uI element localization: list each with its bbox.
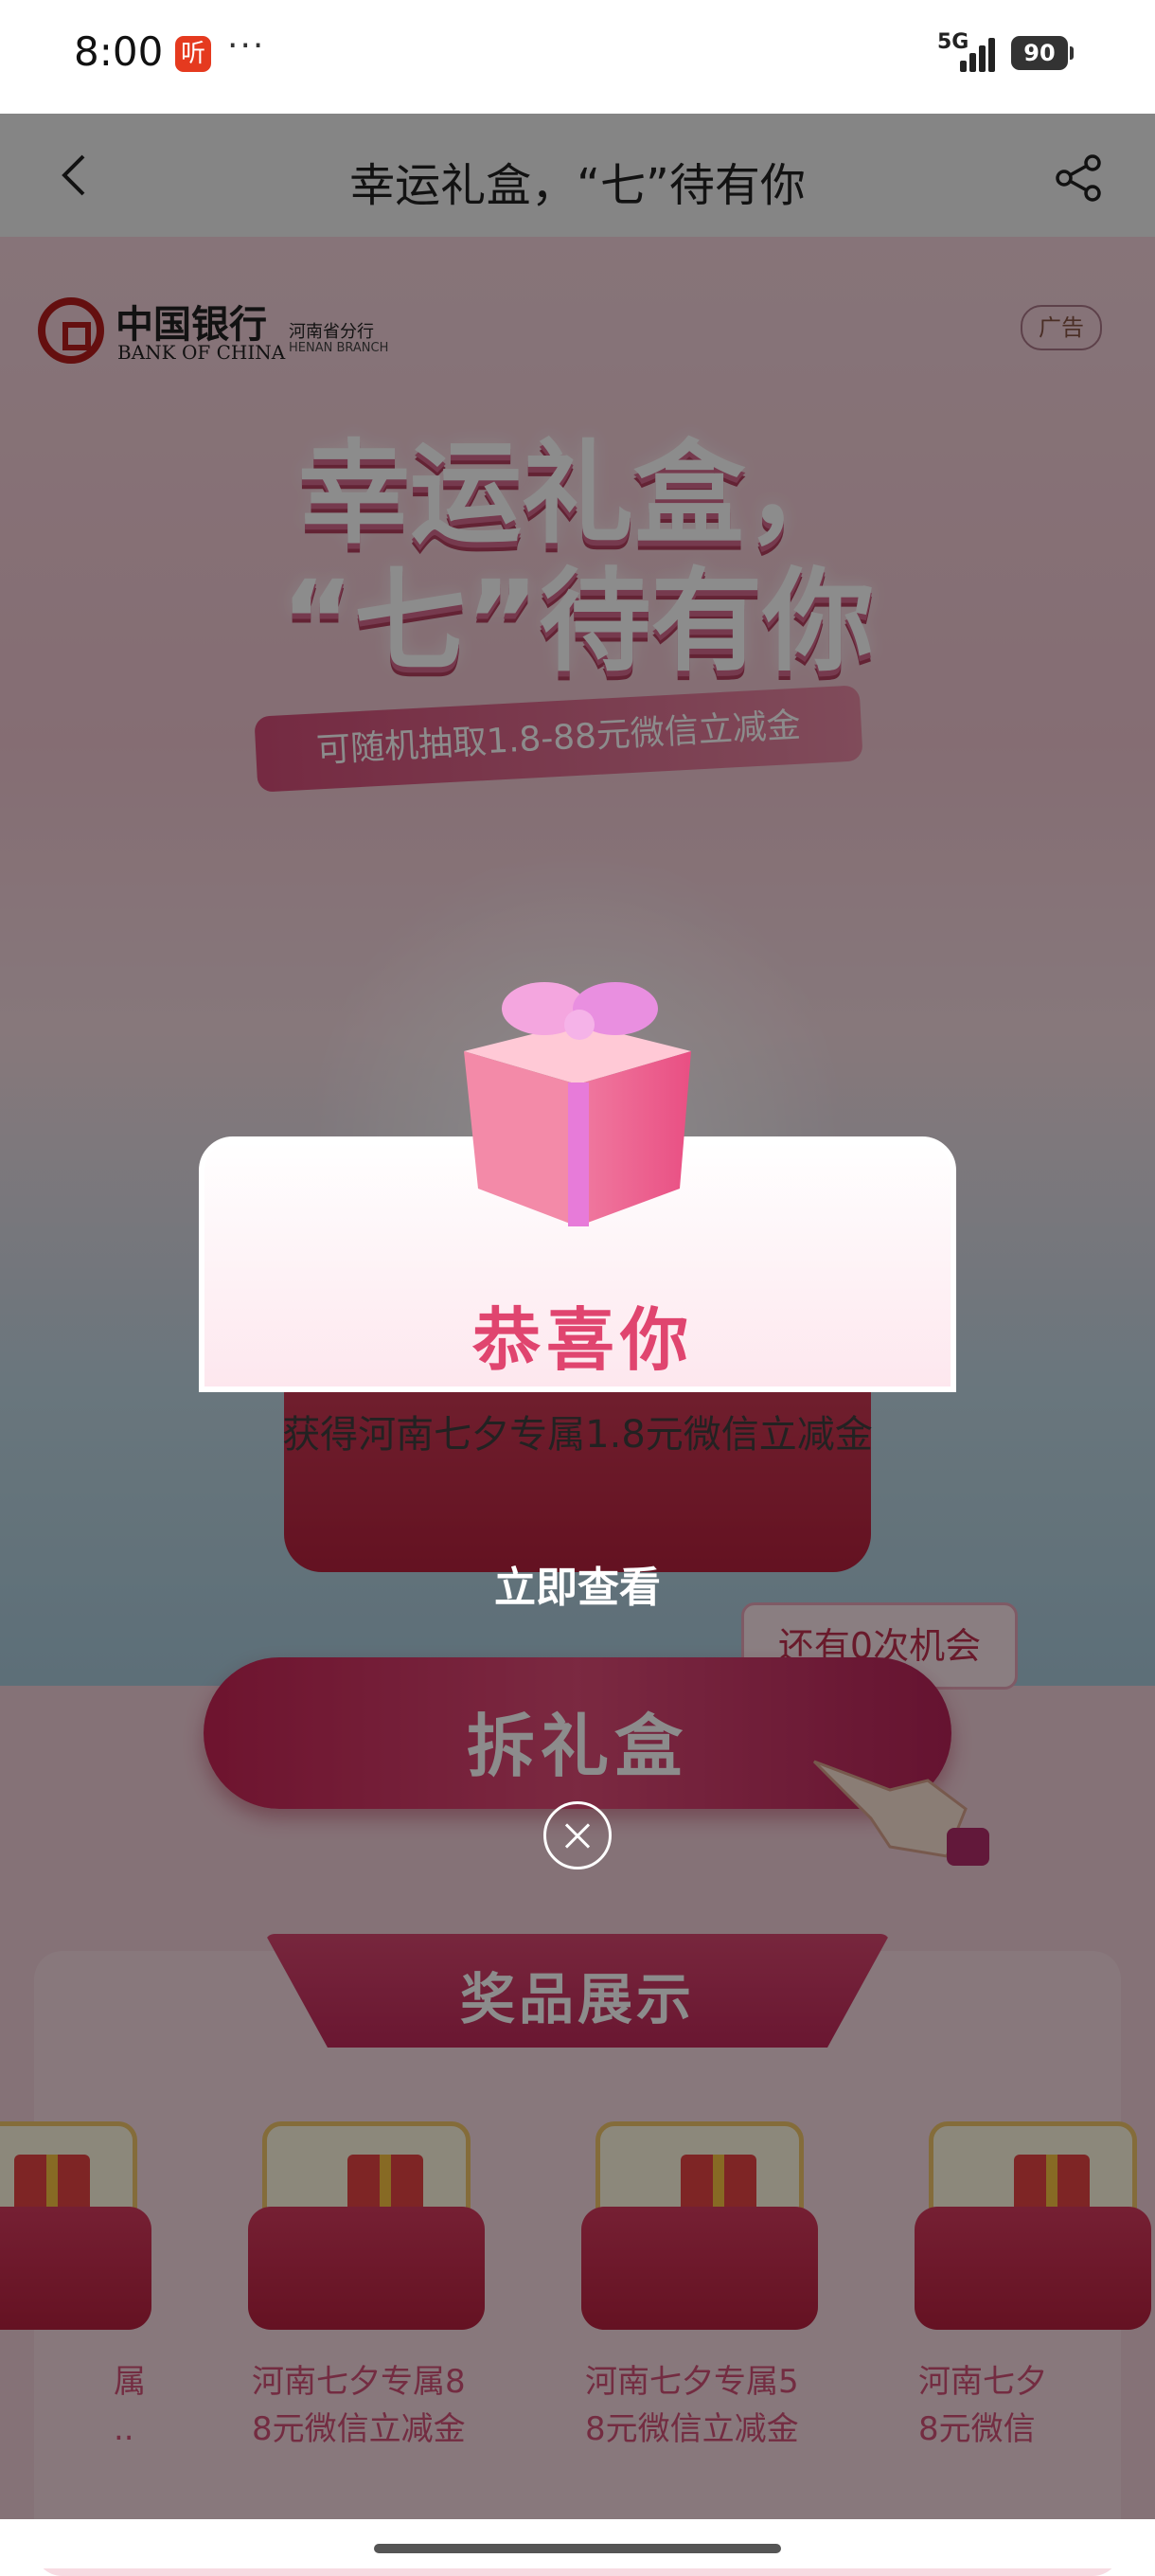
battery-icon: 90 [1011, 36, 1074, 70]
gift-box-icon [464, 982, 691, 1226]
signal-icon [956, 34, 996, 72]
home-indicator[interactable] [374, 2544, 781, 2553]
more-notifications-icon: ··· [227, 27, 266, 65]
close-icon[interactable] [543, 1801, 612, 1869]
modal-title: 恭喜你 [471, 1300, 694, 1380]
status-bar: 8:00 听 ··· 5G 90 [0, 0, 1155, 114]
status-time: 8:00 [74, 28, 164, 75]
view-now-button[interactable]: 立即查看 [0, 1553, 1155, 1614]
prize-message: 获得河南七夕专属1.8元微信立减金 [282, 1413, 873, 1457]
app-badge-icon: 听 [175, 36, 211, 72]
